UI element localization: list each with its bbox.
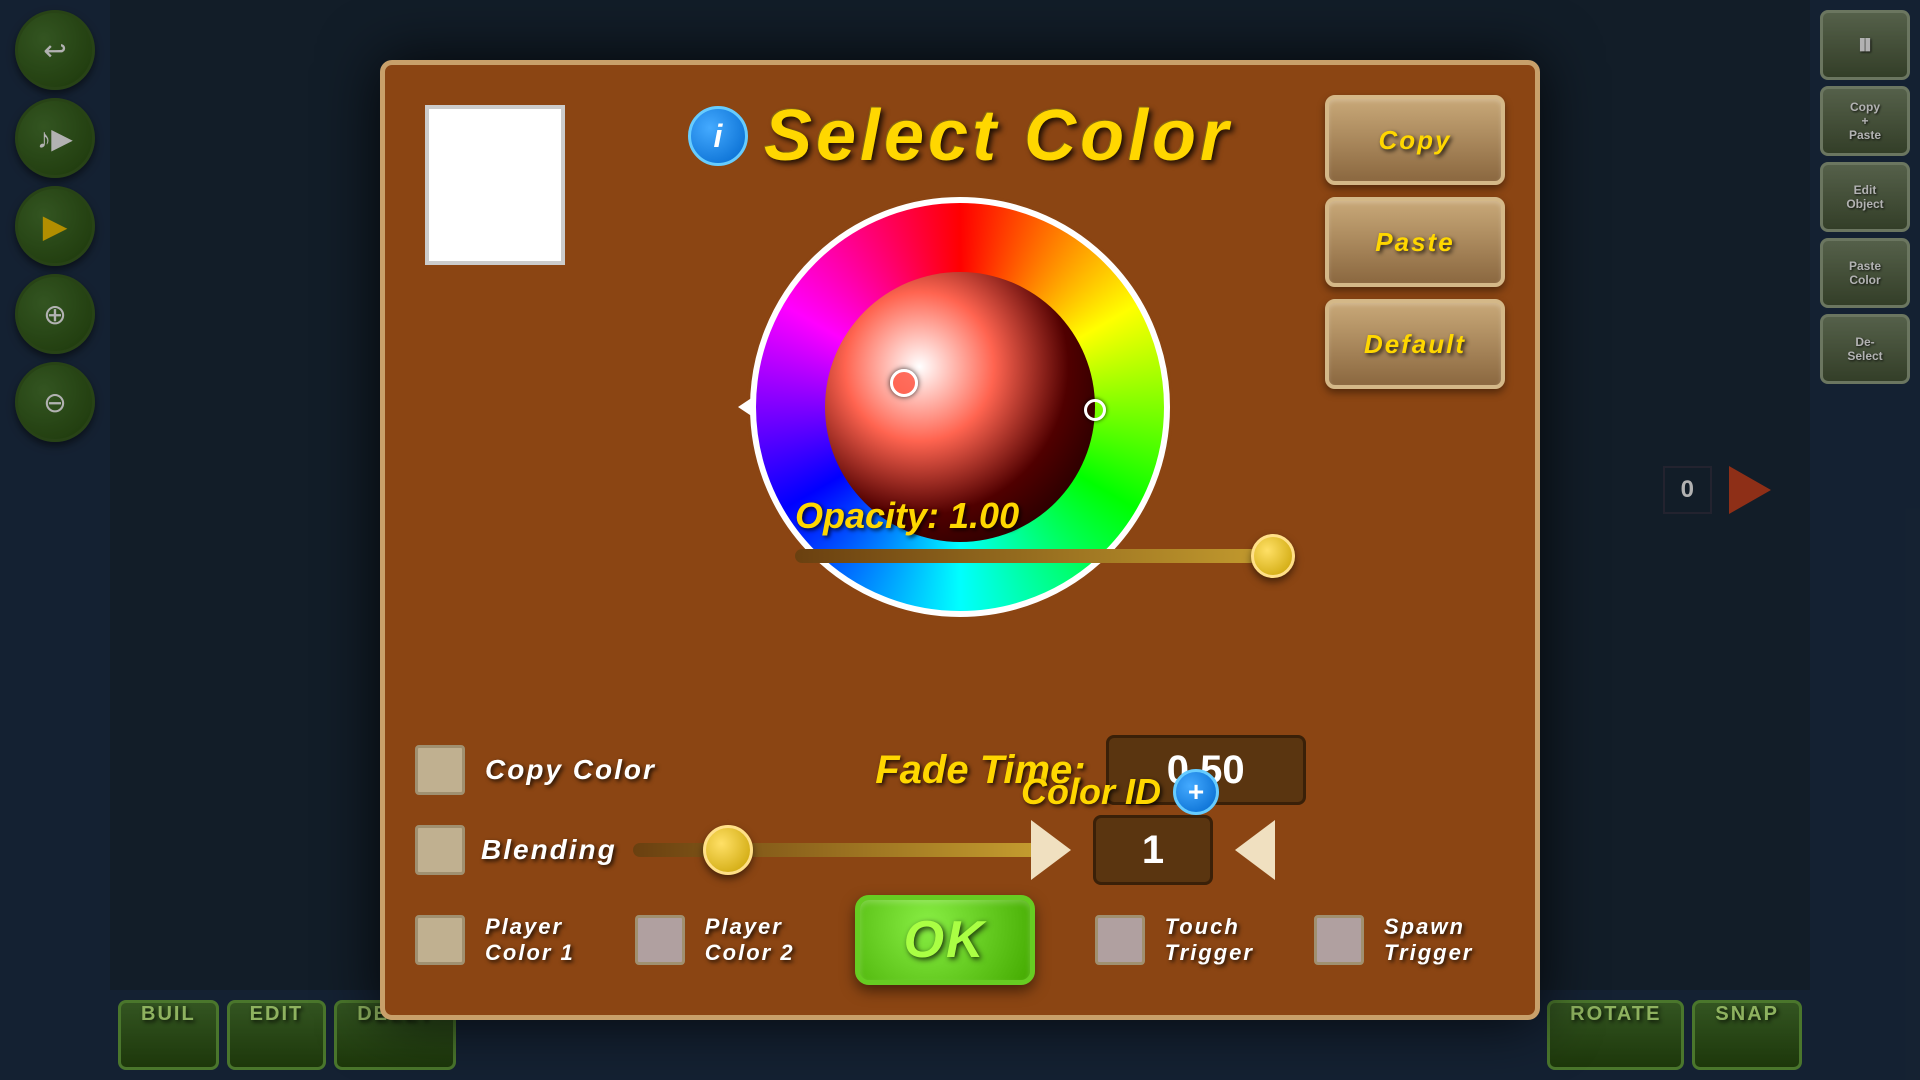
modal-title: Select Color <box>764 95 1232 177</box>
paste-button[interactable]: Paste <box>1325 197 1505 287</box>
left-arrow-icon <box>1031 820 1071 880</box>
color-picker-modal: i Select Color Copy Paste Default <box>380 60 1540 1020</box>
opacity-slider-thumb[interactable] <box>1251 534 1295 578</box>
inner-color-selector[interactable] <box>890 369 918 397</box>
checkbox-row: PlayerColor 1 PlayerColor 2 OK TouchTrig… <box>415 895 1505 985</box>
opacity-label: Opacity: 1.00 <box>795 495 1295 537</box>
color-id-prev-button[interactable] <box>1021 815 1081 885</box>
color-id-label: Color ID <box>1021 771 1161 813</box>
modal-overlay: i Select Color Copy Paste Default <box>0 0 1920 1080</box>
player-color-1-label: PlayerColor 1 <box>485 914 575 967</box>
color-id-next-button[interactable] <box>1225 815 1285 885</box>
info-icon: i <box>688 106 748 166</box>
color-id-controls: 1 <box>1021 815 1285 885</box>
blending-slider-thumb[interactable] <box>703 825 753 875</box>
blending-checkbox[interactable] <box>415 825 465 875</box>
right-arrow-icon <box>1235 820 1275 880</box>
copy-color-row: Copy Color Fade Time: 0.50 <box>415 735 1505 805</box>
touch-trigger-label: TouchTrigger <box>1165 914 1254 967</box>
ok-button[interactable]: OK <box>855 895 1035 985</box>
color-id-section: Color ID + 1 <box>1021 769 1285 885</box>
player-color-2-checkbox[interactable] <box>635 915 685 965</box>
bottom-controls: Copy Color Fade Time: 0.50 Blending Colo… <box>415 735 1505 985</box>
spawn-trigger-label: SpawnTrigger <box>1384 914 1473 967</box>
player-color-2-label: PlayerColor 2 <box>705 914 795 967</box>
player-color-1-checkbox[interactable] <box>415 915 465 965</box>
modal-right-panel: Copy Paste Default <box>1325 95 1505 389</box>
copy-color-checkbox[interactable] <box>415 745 465 795</box>
copy-color-label: Copy Color <box>485 754 656 786</box>
color-id-add-button[interactable]: + <box>1173 769 1219 815</box>
touch-trigger-checkbox[interactable] <box>1095 915 1145 965</box>
opacity-section: Opacity: 1.00 <box>795 495 1295 563</box>
spawn-trigger-checkbox[interactable] <box>1314 915 1364 965</box>
default-button[interactable]: Default <box>1325 299 1505 389</box>
left-indicator <box>738 395 756 419</box>
blending-slider[interactable] <box>633 843 1053 857</box>
color-id-value: 1 <box>1093 815 1213 885</box>
copy-button[interactable]: Copy <box>1325 95 1505 185</box>
opacity-slider[interactable] <box>795 549 1295 563</box>
ring-color-selector[interactable] <box>1084 399 1106 421</box>
blending-row: Blending Color ID + 1 <box>415 825 1505 875</box>
blending-label: Blending <box>481 834 617 866</box>
color-id-header: Color ID + <box>1021 769 1285 815</box>
